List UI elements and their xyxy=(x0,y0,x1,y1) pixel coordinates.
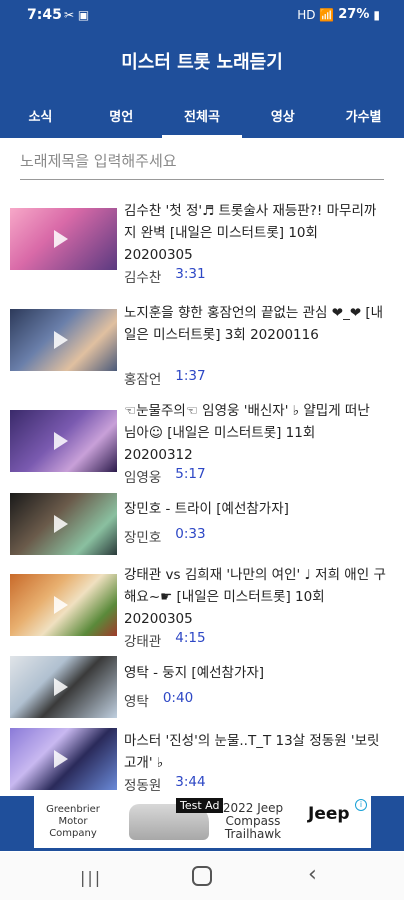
ad-model-text: 2022 Jeep Compass Trailhawk xyxy=(222,801,284,841)
song-duration: 0:33 xyxy=(175,526,206,542)
video-thumbnail[interactable] xyxy=(10,493,117,555)
video-thumbnail[interactable] xyxy=(10,574,117,636)
tab-all-songs[interactable]: 전체곡 xyxy=(161,90,243,138)
tab-bar: 소식 명언 전체곡 영상 가수별 xyxy=(0,90,404,138)
singer-name: 임영웅 xyxy=(124,470,162,486)
play-icon xyxy=(54,750,68,768)
song-title: ☜눈물주의☜ 임영웅 '배신자' ♭ 얄밉게 떠난 님아☺ [내일은 미스터트롯… xyxy=(124,403,370,463)
singer-name: 강태관 xyxy=(124,634,162,650)
song-meta: 임영웅 5:17 xyxy=(124,466,206,486)
search-box xyxy=(20,146,384,180)
video-thumbnail[interactable] xyxy=(10,728,117,790)
song-duration: 0:40 xyxy=(162,690,194,706)
ad-content[interactable]: Greenbrier Motor Company Test Ad 2022 Je… xyxy=(34,796,371,848)
video-thumbnail[interactable] xyxy=(10,309,117,371)
play-icon xyxy=(54,678,68,696)
ad-label: Test Ad xyxy=(176,798,224,813)
tab-news[interactable]: 소식 xyxy=(0,90,81,138)
app-bar: 미스터 트롯 노래듣기 xyxy=(0,30,404,90)
play-icon xyxy=(54,596,68,614)
singer-name: 홍잠언 xyxy=(124,372,162,388)
battery-percent: 27% xyxy=(338,7,370,22)
play-icon xyxy=(54,432,68,450)
recent-apps-icon[interactable]: ||| xyxy=(80,868,102,887)
ad-brand-logo: Jeep xyxy=(308,804,350,824)
list-item[interactable]: 강태관 vs 김희재 '나만의 여인' ♩ 저희 애인 구해요~☛ [내일은 미… xyxy=(0,567,404,652)
play-icon xyxy=(54,230,68,248)
app-title: 미스터 트롯 노래듣기 xyxy=(121,52,283,73)
ad-banner: Greenbrier Motor Company Test Ad 2022 Je… xyxy=(0,796,404,851)
song-meta: 김수찬 3:31 xyxy=(124,266,206,286)
ad-dealer-text: Greenbrier Motor Company xyxy=(46,804,100,839)
song-duration: 3:44 xyxy=(175,774,206,790)
battery-icon: ▮ xyxy=(373,7,380,22)
song-meta: 정동원 3:44 xyxy=(124,774,206,794)
singer-name: 장민호 xyxy=(124,530,162,546)
singer-name: 김수찬 xyxy=(124,270,162,286)
status-right: HD 📶 27% ▮ xyxy=(297,7,380,22)
play-icon xyxy=(54,515,68,533)
status-time: 7:45 xyxy=(27,7,62,23)
video-thumbnail[interactable] xyxy=(10,410,117,472)
song-duration: 1:37 xyxy=(175,368,206,384)
list-item[interactable]: 김수찬 '첫 정'♬ 트롯술사 재등판?! 마무리까지 완벽 [내일은 미스터트… xyxy=(0,196,404,296)
play-icon xyxy=(54,331,68,349)
song-title: 장민호 - 트라이 [예선참가자] xyxy=(124,501,289,517)
list-item[interactable]: 영탁 - 둥지 [예선참가자] 영탁 0:40 xyxy=(0,652,404,728)
song-duration: 5:17 xyxy=(175,466,206,482)
video-thumbnail[interactable] xyxy=(10,208,117,270)
song-meta: 강태관 4:15 xyxy=(124,630,206,650)
song-meta: 영탁 0:40 xyxy=(124,690,193,710)
singer-name: 영탁 xyxy=(124,694,149,710)
song-title: 노지훈을 향한 홍잠언의 끝없는 관심 ❤_❤ [내일은 미스터트롯] 3회 2… xyxy=(124,305,384,343)
song-meta: 장민호 0:33 xyxy=(124,526,206,546)
song-title: 영탁 - 둥지 [예선참가자] xyxy=(124,665,265,681)
video-thumbnail[interactable] xyxy=(10,656,117,718)
list-item[interactable]: 장민호 - 트라이 [예선참가자] 장민호 0:33 xyxy=(0,488,404,570)
signal-icon: HD 📶 xyxy=(297,7,335,22)
song-duration: 4:15 xyxy=(175,630,206,646)
song-title: 강태관 vs 김희재 '나만의 여인' ♩ 저희 애인 구해요~☛ [내일은 미… xyxy=(124,567,386,627)
list-item[interactable]: ☜눈물주의☜ 임영웅 '배신자' ♭ 얄밉게 떠난 님아☺ [내일은 미스터트롯… xyxy=(0,396,404,488)
home-icon[interactable] xyxy=(192,866,212,886)
info-icon[interactable]: i xyxy=(355,799,367,811)
status-left-icons: ✂ ▣ xyxy=(64,8,90,22)
back-icon[interactable]: ‹ xyxy=(308,862,317,887)
status-bar: 7:45 ✂ ▣ HD 📶 27% ▮ xyxy=(0,0,404,30)
song-duration: 3:31 xyxy=(175,266,206,282)
song-title: 김수찬 '첫 정'♬ 트롯술사 재등판?! 마무리까지 완벽 [내일은 미스터트… xyxy=(124,203,377,263)
song-title: 마스터 '진성'의 눈물..T_T 13살 정동원 '보릿고개' ♭ xyxy=(124,733,380,771)
tab-videos[interactable]: 영상 xyxy=(242,90,323,138)
singer-name: 정동원 xyxy=(124,778,162,794)
tab-by-singer[interactable]: 가수별 xyxy=(323,90,404,138)
list-item[interactable]: 마스터 '진성'의 눈물..T_T 13살 정동원 '보릿고개' ♭ 정동원 3… xyxy=(0,728,404,796)
song-meta: 홍잠언 1:37 xyxy=(124,368,206,388)
list-item[interactable]: 노지훈을 향한 홍잠언의 끝없는 관심 ❤_❤ [내일은 미스터트롯] 3회 2… xyxy=(0,296,404,396)
system-nav-bar: ||| ‹ xyxy=(0,852,404,900)
search-input[interactable] xyxy=(20,146,384,176)
tab-quotes[interactable]: 명언 xyxy=(81,90,162,138)
